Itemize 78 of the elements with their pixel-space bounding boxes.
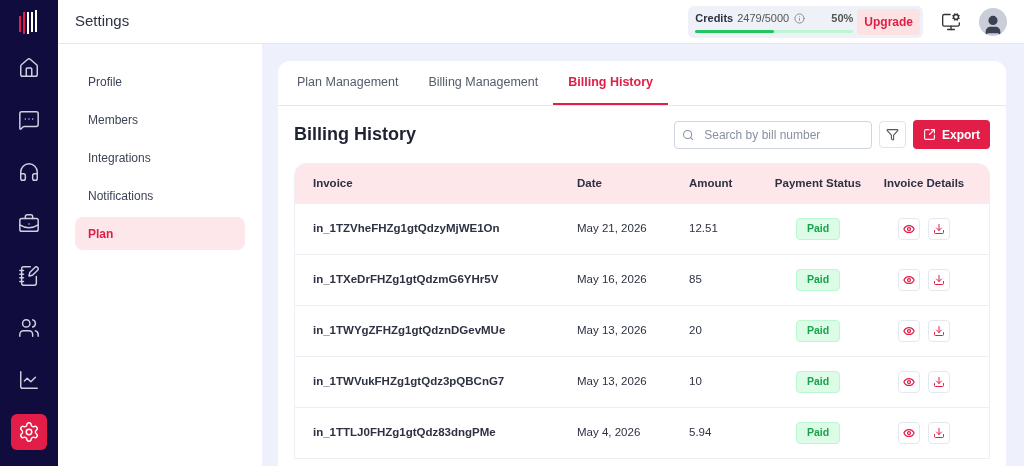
amount-cell-text: 85 <box>689 272 703 288</box>
date-cell-text: May 16, 2026 <box>577 272 648 288</box>
avatar[interactable] <box>979 7 1007 36</box>
invoice-cell-text: in_1TTLJ0FHZg1gtQdz83dngPMe <box>313 425 497 441</box>
view-button[interactable] <box>898 422 920 444</box>
column-header: Amount <box>689 175 734 191</box>
rail-button[interactable] <box>11 414 47 450</box>
settings-nav-item[interactable]: Notifications <box>75 179 245 212</box>
people-icon <box>18 317 40 339</box>
column-header: Payment Status <box>774 175 862 191</box>
tab[interactable]: Billing History <box>553 61 668 105</box>
view-button[interactable] <box>898 320 920 342</box>
eye-icon <box>903 325 915 337</box>
download-button[interactable] <box>928 320 950 342</box>
chat-icon <box>18 109 40 131</box>
filter-button[interactable] <box>879 121 906 148</box>
invoice-cell-text: in_1TWYgZFHZg1gtQdznDGevMUe <box>313 323 507 339</box>
invoice-cell-text: in_1TZVheFHZg1gtQdzyMjWE1On <box>313 221 501 237</box>
settings-icon <box>18 421 40 443</box>
status-badge: Paid <box>795 422 841 444</box>
download-button[interactable] <box>928 422 950 444</box>
amount-cell-text: 12.51 <box>689 221 719 237</box>
search-field[interactable]: Search by bill number <box>674 120 872 149</box>
date-cell-text: May 21, 2026 <box>577 221 648 237</box>
export-icon <box>923 128 936 141</box>
page-title: Settings <box>75 11 130 32</box>
amount-cell-text: 10 <box>689 374 703 390</box>
column-header: Invoice Details <box>883 175 965 191</box>
headset-icon <box>18 161 40 183</box>
download-icon <box>933 376 945 388</box>
date-cell-text: May 4, 2026 <box>577 425 642 441</box>
view-button[interactable] <box>898 371 920 393</box>
download-button[interactable] <box>928 371 950 393</box>
search-icon <box>682 127 695 142</box>
download-icon <box>933 325 945 337</box>
upgrade-button[interactable]: Upgrade <box>857 8 920 35</box>
download-button[interactable] <box>928 269 950 291</box>
eye-icon <box>903 223 915 235</box>
invoice-cell-text: in_1TWVukFHZg1gtQdz3pQBCnG7 <box>313 374 506 390</box>
checklist-icon <box>18 265 40 287</box>
eye-icon <box>903 376 915 388</box>
settings-nav-item[interactable]: Profile <box>75 65 245 98</box>
date-cell-text: May 13, 2026 <box>577 323 648 339</box>
briefcase-icon <box>18 213 40 235</box>
search-input[interactable]: Search by bill number <box>704 125 864 144</box>
credits-value: 2479/5000 <box>737 11 790 27</box>
monitor-icon[interactable] <box>941 11 961 32</box>
filter-icon <box>886 128 899 141</box>
credits-percent: 50% <box>831 11 854 27</box>
column-header: Date <box>577 175 603 191</box>
download-icon <box>933 274 945 286</box>
info-icon <box>794 13 806 24</box>
tab[interactable]: Billing Management <box>413 61 554 105</box>
status-badge: Paid <box>795 320 841 342</box>
download-icon <box>933 427 945 439</box>
settings-nav-item[interactable]: Integrations <box>75 141 245 174</box>
date-cell-text: May 13, 2026 <box>577 374 648 390</box>
section-title: Billing History <box>294 123 416 146</box>
download-button[interactable] <box>928 218 950 240</box>
settings-nav-item[interactable]: Plan <box>75 217 245 250</box>
column-header: Invoice <box>313 175 354 191</box>
amount-cell-text: 5.94 <box>689 425 713 441</box>
settings-nav-item[interactable]: Members <box>75 103 245 136</box>
credits-label: Credits <box>695 11 734 27</box>
status-badge: Paid <box>795 269 841 291</box>
download-icon <box>933 223 945 235</box>
export-button[interactable]: Export <box>913 120 990 149</box>
invoice-cell-text: in_1TXeDrFHZg1gtQdzmG6YHr5V <box>313 272 500 288</box>
tab[interactable]: Plan Management <box>282 61 414 105</box>
amount-cell-text: 20 <box>689 323 703 339</box>
status-badge: Paid <box>795 371 841 393</box>
view-button[interactable] <box>898 269 920 291</box>
view-button[interactable] <box>898 218 920 240</box>
status-badge: Paid <box>795 218 841 240</box>
chart-icon <box>18 369 40 391</box>
home-icon <box>18 57 40 79</box>
eye-icon <box>903 427 915 439</box>
eye-icon <box>903 274 915 286</box>
